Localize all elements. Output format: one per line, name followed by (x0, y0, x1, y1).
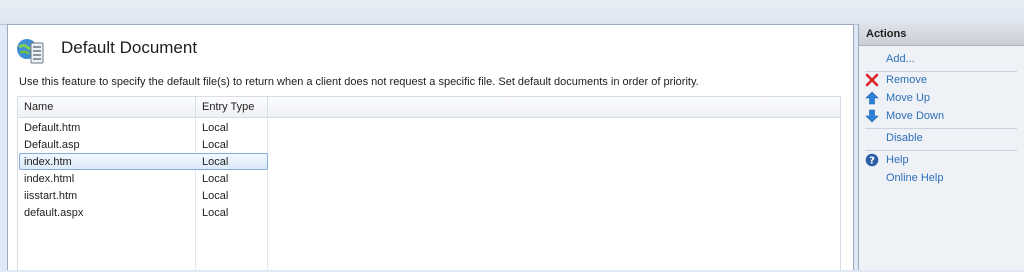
list-item[interactable]: index.html Local (19, 170, 268, 187)
cell-name: Default.htm (24, 122, 81, 134)
cell-entry-type: Local (202, 207, 229, 219)
disable-action[interactable]: Disable (859, 130, 1024, 146)
disable-label: Disable (886, 132, 923, 144)
actions-separator (865, 150, 1017, 151)
list-rows: Default.htm Local Default.asp Local inde… (18, 119, 268, 221)
help-circle-icon: ? (865, 153, 879, 167)
add-label: Add... (886, 53, 915, 65)
list-item-selected[interactable]: index.htm Local (19, 153, 268, 170)
red-x-icon (865, 73, 879, 87)
online-help-action[interactable]: Online Help (859, 170, 1024, 186)
column-header-name[interactable]: Name (18, 97, 196, 117)
feature-description: Use this feature to specify the default … (19, 76, 699, 88)
list-item[interactable]: Default.htm Local (19, 119, 268, 136)
cell-entry-type: Local (202, 122, 229, 134)
list-item[interactable]: default.aspx Local (19, 204, 268, 221)
cell-name: Default.asp (24, 139, 80, 151)
cell-name: index.html (24, 173, 75, 185)
help-label: Help (886, 154, 909, 166)
cell-entry-type: Local (202, 156, 229, 168)
cell-name: iisstart.htm (24, 190, 78, 202)
list-item[interactable]: Default.asp Local (19, 136, 268, 153)
svg-text:?: ? (869, 156, 875, 167)
add-action[interactable]: Add... (859, 51, 1024, 67)
default-documents-list[interactable]: Name Entry Type Default.htm Local Defaul… (17, 96, 841, 272)
help-action[interactable]: ? Help (859, 152, 1024, 168)
top-strip (0, 0, 1024, 25)
cell-name: index.htm (24, 156, 72, 168)
feature-page: Default Document Use this feature to spe… (7, 24, 854, 272)
move-down-action[interactable]: Move Down (859, 108, 1024, 124)
actions-header: Actions (859, 24, 1024, 46)
blue-up-arrow-icon (865, 91, 879, 105)
cell-entry-type: Local (202, 190, 229, 202)
online-help-label: Online Help (886, 172, 944, 184)
list-item[interactable]: iisstart.htm Local (19, 187, 268, 204)
move-down-label: Move Down (886, 110, 945, 122)
actions-pane: Actions Add... Remove Move Up Move Down … (858, 24, 1024, 270)
remove-label: Remove (886, 74, 927, 86)
column-header-entry-type[interactable]: Entry Type (196, 97, 268, 117)
list-header: Name Entry Type (18, 97, 840, 118)
remove-action[interactable]: Remove (859, 72, 1024, 88)
cell-entry-type: Local (202, 173, 229, 185)
page-title: Default Document (61, 38, 198, 57)
blue-down-arrow-icon (865, 109, 879, 123)
actions-separator (865, 128, 1017, 129)
cell-entry-type: Local (202, 139, 229, 151)
move-up-label: Move Up (886, 92, 931, 104)
cell-name: default.aspx (24, 207, 84, 219)
move-up-action[interactable]: Move Up (859, 90, 1024, 106)
default-document-icon (17, 39, 44, 64)
